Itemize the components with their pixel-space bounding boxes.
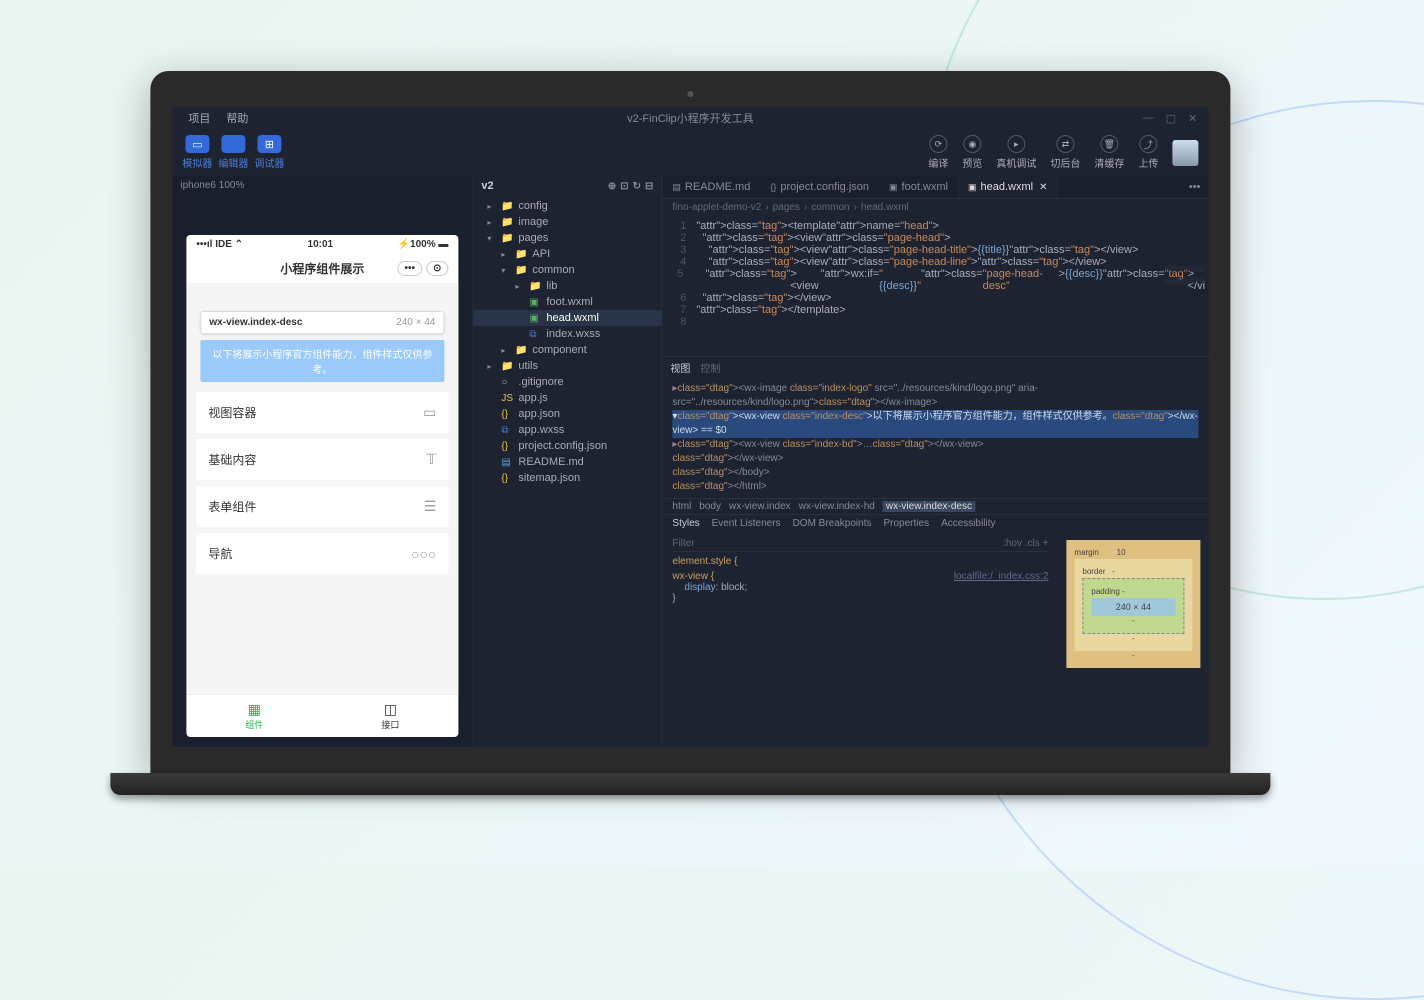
crumb-item[interactable]: wx-view.index-desc: [883, 501, 975, 512]
devtab-view[interactable]: 视图: [670, 360, 690, 375]
file-explorer: v2 ⊕ ⊡ ↻ ⊟ ▸📁config▸📁image▾📁pages▸📁API▾📁com…: [472, 176, 662, 747]
explorer-action-icon[interactable]: ⊕: [608, 181, 616, 192]
tree-item-index.wxss[interactable]: ⧉index.wxss: [473, 326, 661, 342]
editor-tab[interactable]: ▣head.wxml✕: [958, 176, 1057, 198]
action-预览[interactable]: ◉预览: [962, 135, 982, 170]
style-tab[interactable]: Event Listeners: [712, 518, 781, 529]
time-label: 10:01: [308, 239, 334, 250]
dom-node[interactable]: ▸class="dtag"><wx-view class="index-bd">…: [672, 438, 1198, 452]
ide-window: 项目 帮助 v2-FinClip小程序开发工具 — ▢ ✕ ▭模拟器编辑器⊞调试…: [172, 107, 1208, 747]
laptop-frame: 项目 帮助 v2-FinClip小程序开发工具 — ▢ ✕ ▭模拟器编辑器⊞调试…: [150, 71, 1230, 795]
style-tab[interactable]: Properties: [883, 518, 929, 529]
menubar: 项目 帮助 v2-FinClip小程序开发工具 — ▢ ✕: [172, 107, 1208, 129]
tree-item-app.wxss[interactable]: ⧉app.wxss: [473, 422, 661, 438]
editor-tab[interactable]: ▤README.md: [662, 176, 760, 198]
tool-2[interactable]: ⊞调试器: [254, 135, 284, 170]
tree-item-project.config.json[interactable]: {}project.config.json: [473, 438, 661, 454]
tabbar-item[interactable]: ▦组件: [186, 695, 322, 737]
list-item[interactable]: 导航○○○: [196, 533, 448, 574]
tree-item-pages[interactable]: ▾📁pages: [473, 230, 661, 246]
styles-filter-actions[interactable]: :hov .cls +: [1003, 538, 1048, 549]
tree-item-foot.wxml[interactable]: ▣foot.wxml: [473, 294, 661, 310]
window-title: v2-FinClip小程序开发工具: [627, 110, 754, 126]
dom-node[interactable]: class="dtag"></body>: [672, 466, 1198, 480]
tree-item-common[interactable]: ▾📁common: [473, 262, 661, 278]
crumb-item[interactable]: wx-view.index: [729, 501, 791, 512]
action-切后台[interactable]: ⇄切后台: [1050, 135, 1080, 170]
tabbar-item[interactable]: ◫接口: [322, 695, 458, 737]
minimap[interactable]: [1164, 266, 1204, 326]
explorer-root[interactable]: v2: [481, 180, 493, 192]
crumb-item[interactable]: html: [672, 501, 691, 512]
close-icon[interactable]: ✕: [1185, 112, 1200, 125]
maximize-icon[interactable]: ▢: [1163, 112, 1179, 125]
style-tab[interactable]: Styles: [672, 518, 699, 529]
tree-item-app.js[interactable]: JSapp.js: [473, 390, 661, 406]
page-title: 小程序组件展示: [280, 260, 364, 277]
dom-node[interactable]: ▸class="dtag"><wx-image class="index-log…: [672, 382, 1198, 410]
list-item[interactable]: 视图容器▭: [196, 392, 448, 433]
menu-help[interactable]: 帮助: [218, 110, 256, 126]
nav-more-button[interactable]: •••: [397, 261, 422, 276]
devtools-panel: 视图 控制 ▸class="dtag"><wx-image class="ind…: [662, 356, 1208, 747]
highlighted-element[interactable]: 以下将展示小程序官方组件能力，组件样式仅供参考。: [200, 340, 444, 382]
avatar[interactable]: [1172, 140, 1198, 166]
breadcrumb: fino-applet-demo-v2 › pages › common › h…: [662, 199, 1208, 216]
tree-item-head.wxml[interactable]: ▣head.wxml: [473, 310, 661, 326]
phone-preview: •••ıl IDE ⌃ 10:01 ⚡100% ▬ 小程序组件展示 ••• ⊙: [186, 235, 458, 737]
tree-item-lib[interactable]: ▸📁lib: [473, 278, 661, 294]
devtab-console[interactable]: 控制: [700, 360, 720, 375]
crumb-item[interactable]: wx-view.index-hd: [799, 501, 875, 512]
list-item[interactable]: 表单组件☰: [196, 486, 448, 527]
action-编译[interactable]: ⟳编译: [928, 135, 948, 170]
tree-item-API[interactable]: ▸📁API: [473, 246, 661, 262]
dom-node[interactable]: class="dtag"></wx-view>: [672, 452, 1198, 466]
inspector-tooltip: wx-view.index-desc 240 × 44: [200, 311, 444, 334]
tool-1[interactable]: 编辑器: [218, 135, 248, 170]
style-tab[interactable]: DOM Breakpoints: [793, 518, 872, 529]
editor-pane: ▤README.md{}project.config.json▣foot.wxm…: [662, 176, 1208, 747]
explorer-action-icon[interactable]: ⊡: [620, 181, 628, 192]
dom-breadcrumb[interactable]: html body wx-view.index wx-view.index-hd wx-…: [662, 498, 1208, 515]
minimize-icon[interactable]: —: [1140, 112, 1157, 125]
list-item[interactable]: 基础内容𝕋: [196, 439, 448, 480]
tree-item-.gitignore[interactable]: ○.gitignore: [473, 374, 661, 390]
style-tab[interactable]: Accessibility: [941, 518, 995, 529]
editor-more-icon[interactable]: •••: [1181, 181, 1209, 193]
styles-panel[interactable]: Filter :hov .cls + element.style {</span…: [662, 532, 1058, 747]
toolbar: ▭模拟器编辑器⊞调试器 ⟳编译 ◉预览 ▸真机调试 ⇄切后台 🗑清缓存 ⤴上传: [172, 129, 1208, 176]
box-model: margin 10 border - padding - 240 × 44 -: [1058, 532, 1208, 747]
tree-item-image[interactable]: ▸📁image: [473, 214, 661, 230]
tree-item-utils[interactable]: ▸📁utils: [473, 358, 661, 374]
tree-item-config[interactable]: ▸📁config: [473, 198, 661, 214]
simulator-device-status: iphone6 100%: [172, 176, 472, 195]
explorer-action-icon[interactable]: ⊟: [645, 181, 653, 192]
simulator-pane: iphone6 100% •••ıl IDE ⌃ 10:01 ⚡100% ▬ 小…: [172, 176, 472, 747]
dom-tree[interactable]: ▸class="dtag"><wx-image class="index-log…: [662, 378, 1208, 498]
explorer-action-icon[interactable]: ↻: [633, 181, 641, 192]
editor-tab[interactable]: {}project.config.json: [760, 176, 879, 198]
action-上传[interactable]: ⤴上传: [1138, 135, 1158, 170]
action-清缓存[interactable]: 🗑清缓存: [1094, 135, 1124, 170]
close-tab-icon[interactable]: ✕: [1039, 182, 1047, 193]
styles-filter[interactable]: Filter: [672, 538, 694, 549]
action-真机调试[interactable]: ▸真机调试: [996, 135, 1036, 170]
menu-project[interactable]: 项目: [180, 110, 218, 126]
tool-0[interactable]: ▭模拟器: [182, 135, 212, 170]
dom-node[interactable]: ▾class="dtag"><wx-view class="index-desc…: [672, 410, 1198, 438]
dom-node[interactable]: class="dtag"></html>: [672, 480, 1198, 494]
tree-item-component[interactable]: ▸📁component: [473, 342, 661, 358]
battery-label: ⚡100% ▬: [398, 239, 449, 250]
code-editor[interactable]: 1"attr">class="tag"><template "attr">nam…: [662, 216, 1208, 356]
editor-tab[interactable]: ▣foot.wxml: [879, 176, 958, 198]
crumb-item[interactable]: body: [699, 501, 721, 512]
tree-item-app.json[interactable]: {}app.json: [473, 406, 661, 422]
carrier-label: •••ıl IDE ⌃: [196, 239, 243, 250]
tree-item-README.md[interactable]: ▤README.md: [473, 454, 661, 470]
nav-close-button[interactable]: ⊙: [426, 261, 448, 276]
tree-item-sitemap.json[interactable]: {}sitemap.json: [473, 470, 661, 486]
